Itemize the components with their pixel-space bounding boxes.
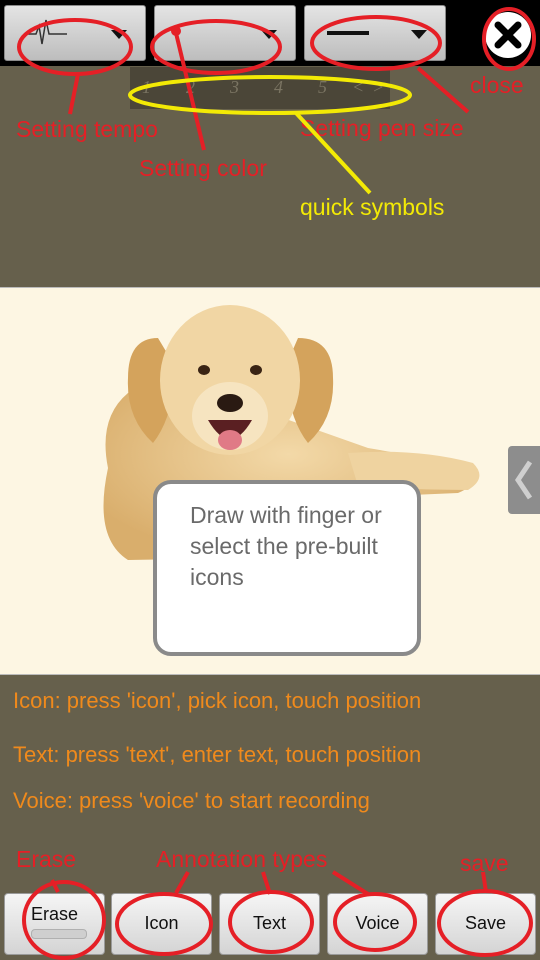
callout-save: save bbox=[460, 850, 509, 876]
quick-symbol-2[interactable]: 2 bbox=[186, 77, 195, 98]
top-toolbar bbox=[0, 0, 540, 66]
quick-symbols-bar: 1 2 3 4 5 < > bbox=[130, 67, 390, 109]
erase-bar-icon bbox=[31, 929, 87, 939]
quick-symbol-3[interactable]: 3 bbox=[230, 77, 239, 98]
quick-symbol-prev[interactable]: < bbox=[352, 77, 364, 98]
erase-button[interactable]: Erase bbox=[4, 893, 105, 955]
text-button-label: Text bbox=[252, 913, 286, 933]
instruction-text: Text: press 'text', enter text, touch po… bbox=[13, 742, 422, 767]
quick-symbol-5[interactable]: 5 bbox=[318, 77, 327, 98]
icon-button-label: Icon bbox=[144, 913, 179, 933]
instruction-icon: Icon: press 'icon', pick icon, touch pos… bbox=[13, 688, 422, 713]
callout-annotation-types: Annotation types bbox=[156, 846, 328, 872]
chevron-left-icon bbox=[514, 460, 533, 500]
tempo-spinner[interactable] bbox=[4, 5, 146, 61]
heartbeat-pulse-icon bbox=[27, 19, 67, 45]
close-x-icon bbox=[494, 21, 522, 49]
side-drawer-tab[interactable] bbox=[508, 446, 540, 514]
chevron-down-icon bbox=[261, 30, 277, 39]
pen-size-spinner[interactable] bbox=[304, 5, 446, 61]
quick-symbol-next[interactable]: > bbox=[372, 77, 384, 98]
chevron-down-icon bbox=[111, 30, 127, 39]
callout-setting-color: Setting color bbox=[139, 155, 267, 181]
callout-setting-pen-size: Setting pen size bbox=[300, 115, 464, 141]
callout-erase: Erase bbox=[16, 846, 77, 872]
hint-tooltip-text: Draw with finger or select the pre-built… bbox=[190, 502, 382, 590]
voice-button[interactable]: Voice bbox=[327, 893, 428, 955]
save-button[interactable]: Save bbox=[435, 893, 536, 955]
pen-size-line-icon bbox=[327, 31, 369, 35]
erase-button-label: Erase bbox=[30, 904, 79, 924]
chevron-down-icon bbox=[411, 30, 427, 39]
callout-setting-tempo: Setting tempo bbox=[16, 116, 158, 142]
save-button-label: Save bbox=[464, 913, 507, 933]
callout-quick-symbols: quick symbols bbox=[300, 194, 445, 220]
close-button[interactable] bbox=[485, 12, 531, 58]
instruction-voice: Voice: press 'voice' to start recording bbox=[13, 788, 370, 813]
hint-tooltip: Draw with finger or select the pre-built… bbox=[153, 480, 421, 656]
voice-button-label: Voice bbox=[355, 913, 400, 933]
color-spinner[interactable] bbox=[154, 5, 296, 61]
text-button[interactable]: Text bbox=[219, 893, 320, 955]
callout-close: close bbox=[470, 72, 524, 98]
icon-button[interactable]: Icon bbox=[111, 893, 212, 955]
quick-symbol-4[interactable]: 4 bbox=[274, 77, 283, 98]
quick-symbol-1[interactable]: 1 bbox=[142, 77, 151, 98]
